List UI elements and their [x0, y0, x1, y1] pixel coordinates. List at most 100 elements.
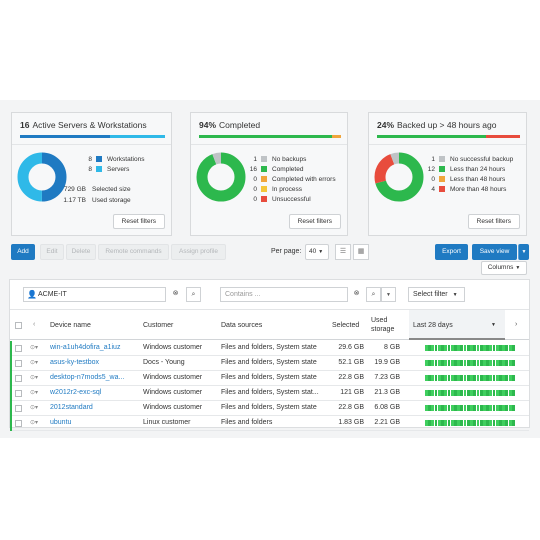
chevron-right-icon[interactable]: ›	[515, 320, 517, 329]
header-last-28-days: Last 28 days	[413, 322, 453, 329]
delete-button[interactable]: Delete	[66, 244, 96, 260]
legend-swatch	[439, 186, 445, 192]
table-row[interactable]: ⊙▾ asus-ky-testbox Docs - Young Files and f…	[10, 356, 529, 371]
search-button[interactable]: ⌕	[366, 287, 381, 302]
donut-slice[interactable]	[196, 152, 246, 202]
legend-item[interactable]: 12 Less than 24 hours	[421, 164, 513, 174]
card-legend: 1 No backups 16 Completed 0 Completed with …	[243, 154, 336, 204]
customer-search-button[interactable]: ⌕	[186, 287, 201, 302]
chevron-down-icon: ▼	[515, 265, 521, 271]
legend-swatch	[261, 166, 267, 172]
selected-size-cell: 52.1 GB	[338, 359, 364, 366]
list-view-button[interactable]: ☰	[335, 244, 351, 260]
data-sources-cell: Files and folders, System state	[221, 404, 317, 411]
row-checkbox[interactable]	[15, 375, 22, 382]
grid-icon: ▦	[357, 248, 365, 255]
row-checkbox[interactable]	[15, 345, 22, 352]
assign-profile-button[interactable]: Assign profile	[171, 244, 226, 260]
device-status-icon[interactable]: ⊙▾	[30, 345, 38, 352]
save-view-button[interactable]: Save view	[472, 244, 517, 260]
chevron-down-icon: ▼	[521, 249, 527, 255]
clear-customer-button[interactable]: ⊗	[168, 287, 183, 302]
device-name-link[interactable]: w2012r2-exc-sql	[50, 386, 140, 400]
header-selected[interactable]: Selected	[332, 321, 359, 330]
bar-segment	[109, 135, 165, 138]
device-name-link[interactable]: 2012standard	[50, 401, 140, 415]
export-button[interactable]: Export	[435, 244, 468, 260]
per-page-select[interactable]: 40 ▼	[305, 244, 329, 260]
table-header: ‹ Device name Customer Data sources Sele…	[10, 309, 529, 340]
device-status-icon[interactable]: ⊙▾	[30, 375, 38, 382]
legend-swatch	[261, 156, 267, 162]
chevron-down-icon: ▼	[318, 249, 324, 255]
status-indicator	[10, 386, 12, 401]
table-row[interactable]: ⊙▾ w2012r2-exc-sql Windows customer Files a…	[10, 386, 529, 401]
legend-swatch	[261, 196, 267, 202]
search-options-dropdown[interactable]: ▼	[381, 287, 396, 302]
header-customer[interactable]: Customer	[143, 321, 173, 330]
select-all-checkbox[interactable]	[15, 322, 22, 329]
device-name-link[interactable]: ubuntu	[50, 416, 140, 430]
table-row[interactable]: ⊙▾ win-a1uh4dofira_a1iuz Windows customer F…	[10, 341, 529, 356]
device-status-icon[interactable]: ⊙▾	[30, 390, 38, 397]
device-status-icon[interactable]: ⊙▾	[30, 360, 38, 367]
save-view-dropdown[interactable]: ▼	[518, 244, 529, 260]
legend-item[interactable]: 0 Less than 48 hours	[421, 174, 513, 184]
legend-item[interactable]: 1 No successful backup	[421, 154, 513, 164]
bar-segment	[332, 135, 341, 138]
device-name-link[interactable]: win-a1uh4dofira_a1iuz	[50, 341, 140, 355]
device-name-link[interactable]: asus-ky-testbox	[50, 356, 140, 370]
reset-filters-button[interactable]: Reset filters	[467, 214, 520, 229]
reset-filters-button[interactable]: Reset filters	[112, 214, 165, 229]
card-legend: 1 No successful backup 12 Less than 24 hou…	[421, 154, 513, 194]
add-button[interactable]: Add	[11, 244, 35, 260]
row-checkbox[interactable]	[15, 405, 22, 412]
remote-commands-button[interactable]: Remote commands	[98, 244, 169, 260]
used-storage-cell: 7.23 GB	[374, 374, 400, 381]
reset-filters-button[interactable]: Reset filters	[288, 214, 341, 229]
grid-view-button[interactable]: ▦	[353, 244, 369, 260]
legend-item[interactable]: 0 Unsuccessful	[243, 194, 336, 204]
day-bar	[511, 360, 515, 366]
row-checkbox[interactable]	[15, 420, 22, 427]
backup-dashboard: 16 Active Servers & Workstations 8 Worksta…	[0, 0, 540, 540]
legend-item[interactable]: 0 In process	[243, 184, 336, 194]
row-checkbox[interactable]	[15, 390, 22, 397]
legend-item[interactable]: 4 More than 48 hours	[421, 184, 513, 194]
edit-button[interactable]: Edit	[40, 244, 64, 260]
customer-filter[interactable]: 👤 ACME-IT	[23, 287, 166, 302]
legend-item[interactable]: 1 No backups	[243, 154, 336, 164]
selected-size-cell: 121 GB	[340, 389, 364, 396]
legend-item[interactable]: 8 Servers	[78, 164, 144, 174]
legend-item[interactable]: 16 Completed	[243, 164, 336, 174]
table-row[interactable]: ⊙▾ 2012standard Windows customer Files and …	[10, 401, 529, 416]
customer-cell: Windows customer	[143, 344, 203, 351]
search-icon: ⌕	[371, 291, 376, 298]
last-28-days-bars	[425, 420, 515, 426]
day-bar	[511, 420, 515, 426]
device-name-link[interactable]: desktop-n7mods5_wa...	[50, 371, 140, 385]
header-device-name[interactable]: Device name	[50, 321, 91, 330]
legend-item[interactable]: 0 Completed with errors	[243, 174, 335, 184]
contains-search-input[interactable]: Contains ...	[220, 287, 348, 302]
header-used-storage[interactable]: Used storage	[371, 316, 397, 334]
clear-search-button[interactable]: ⊗	[349, 287, 364, 302]
card-title: 16 Active Servers & Workstations	[20, 120, 147, 130]
card-summary-bar	[199, 135, 341, 138]
legend-item[interactable]: 8 Workstations	[78, 154, 144, 164]
table-row[interactable]: ⊙▾ ubuntu Linux customer Files and folders 1…	[10, 416, 529, 431]
selected-size-cell: 1.83 GB	[338, 419, 364, 426]
chevron-left-icon[interactable]: ‹	[33, 320, 35, 329]
card-title: 94% Completed	[199, 120, 261, 130]
last-28-days-header-cell[interactable]: Last 28 days ▼	[409, 310, 505, 340]
device-status-icon[interactable]: ⊙▾	[30, 420, 38, 427]
last-28-days-bars	[425, 375, 515, 381]
device-status-icon[interactable]: ⊙▾	[30, 405, 38, 412]
select-filter-dropdown[interactable]: Select filter ▼	[408, 287, 465, 302]
header-data-sources[interactable]: Data sources	[221, 321, 262, 330]
table-row[interactable]: ⊙▾ desktop-n7mods5_wa... Windows customer F…	[10, 371, 529, 386]
columns-button[interactable]: Columns ▼	[481, 261, 527, 275]
row-checkbox[interactable]	[15, 360, 22, 367]
per-page-label: Per page:	[271, 248, 302, 255]
donut-chart	[374, 152, 424, 202]
